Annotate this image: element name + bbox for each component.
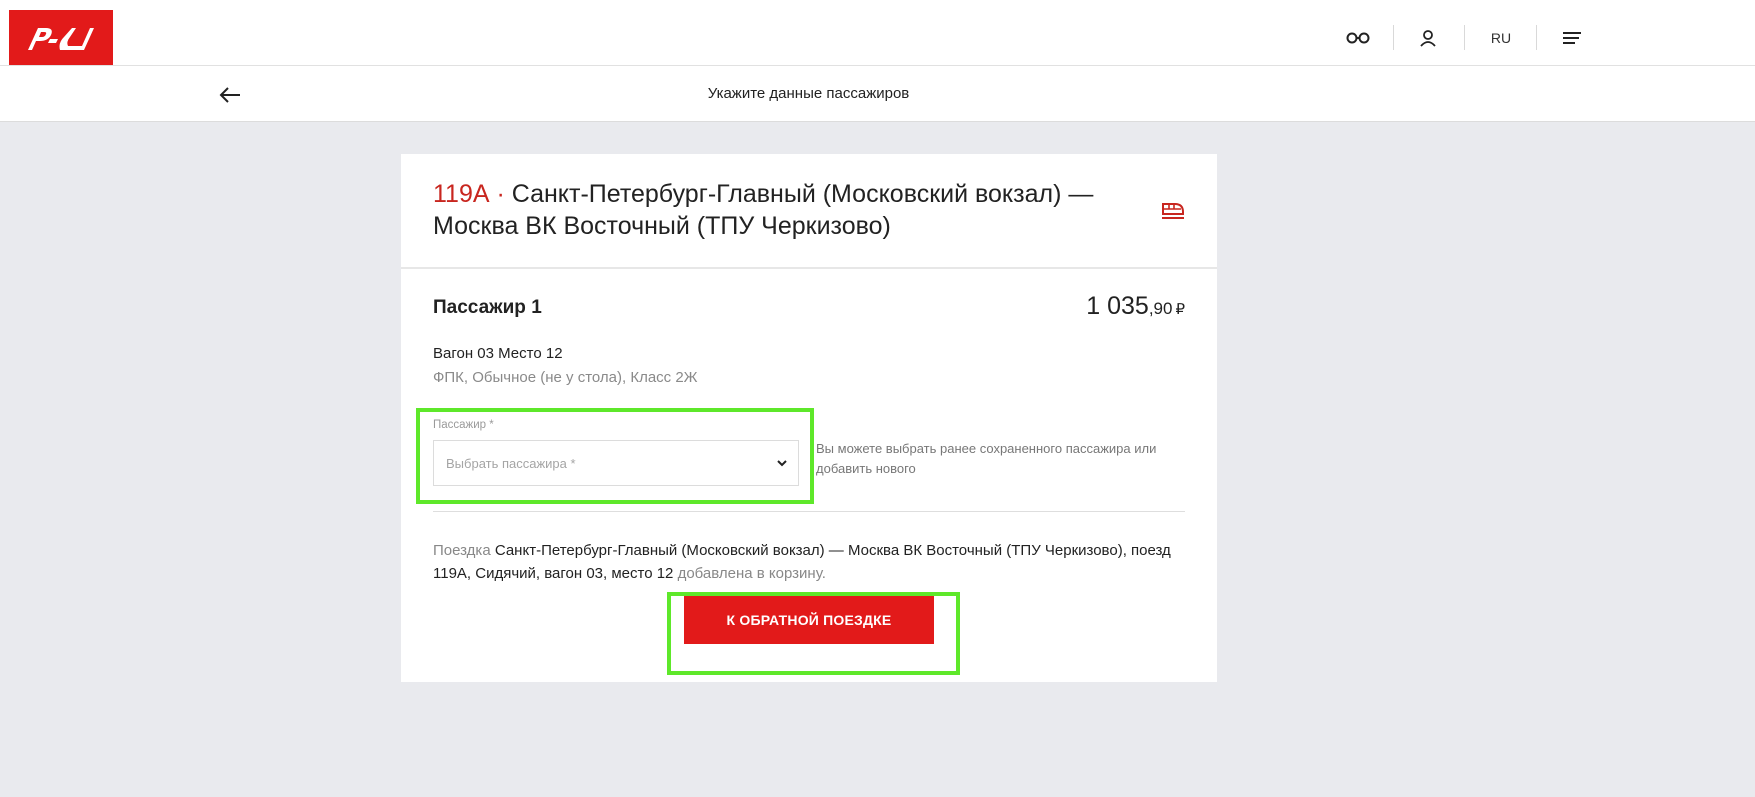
passenger-card: 119А · Санкт-Петербург-Главный (Московск… — [401, 154, 1217, 682]
trip-header: 119А · Санкт-Петербург-Главный (Московск… — [401, 154, 1217, 269]
menu-icon[interactable] — [1560, 10, 1584, 65]
cart-notice-suffix: добавлена в корзину. — [673, 565, 826, 582]
passenger-select-placeholder: Выбрать пассажира * — [446, 456, 576, 471]
user-profile-icon[interactable] — [1415, 10, 1441, 65]
passenger-select[interactable]: Выбрать пассажира * — [433, 440, 799, 486]
page-subheader: Укажите данные пассажиров — [0, 66, 1755, 122]
passenger-title: Пассажир 1 — [433, 297, 542, 318]
header-separator — [1536, 25, 1537, 50]
cart-notice: Поездка Санкт-Петербург-Главный (Московс… — [433, 539, 1185, 585]
train-number-separator: · — [489, 180, 512, 208]
language-switch[interactable]: RU — [1487, 10, 1515, 65]
passenger-select-hint: Вы можете выбрать ранее сохраненного пас… — [816, 441, 1157, 476]
cart-notice-prefix: Поездка — [433, 542, 495, 559]
section-divider — [433, 511, 1185, 512]
seat-info: Вагон 03 Место 12 — [433, 345, 563, 362]
header-separator — [1393, 25, 1394, 50]
seat-description: ФПК, Обычное (не у стола), Класс 2Ж — [433, 369, 698, 386]
ticket-price: 1 035,90 ₽ — [1086, 292, 1185, 321]
return-trip-button[interactable]: К ОБРАТНОЙ ПОЕЗДКЕ — [684, 596, 934, 644]
chevron-down-icon — [777, 460, 787, 467]
rzd-logo[interactable] — [9, 10, 113, 65]
train-icon — [1162, 203, 1184, 219]
train-number: 119А — [433, 180, 490, 208]
route-text: Санкт-Петербург-Главный (Московский вокз… — [433, 180, 1094, 240]
site-header: RU — [0, 10, 1755, 66]
rzd-logo-mark — [28, 27, 94, 50]
currency-symbol: ₽ — [1175, 301, 1185, 318]
header-separator — [1464, 25, 1465, 50]
passenger-field-label: Пассажир * — [433, 419, 494, 431]
price-main: 1 035 — [1086, 292, 1149, 320]
passenger-section: Пассажир 1 1 035,90 ₽ Вагон 03 Место 12 Ф… — [401, 269, 1217, 682]
accessibility-glasses-icon[interactable] — [1344, 10, 1372, 65]
page-title: Укажите данные пассажиров — [707, 85, 910, 102]
price-cents: ,90 — [1148, 299, 1173, 318]
trip-route-title: 119А · Санкт-Петербург-Главный (Московск… — [433, 178, 1123, 242]
